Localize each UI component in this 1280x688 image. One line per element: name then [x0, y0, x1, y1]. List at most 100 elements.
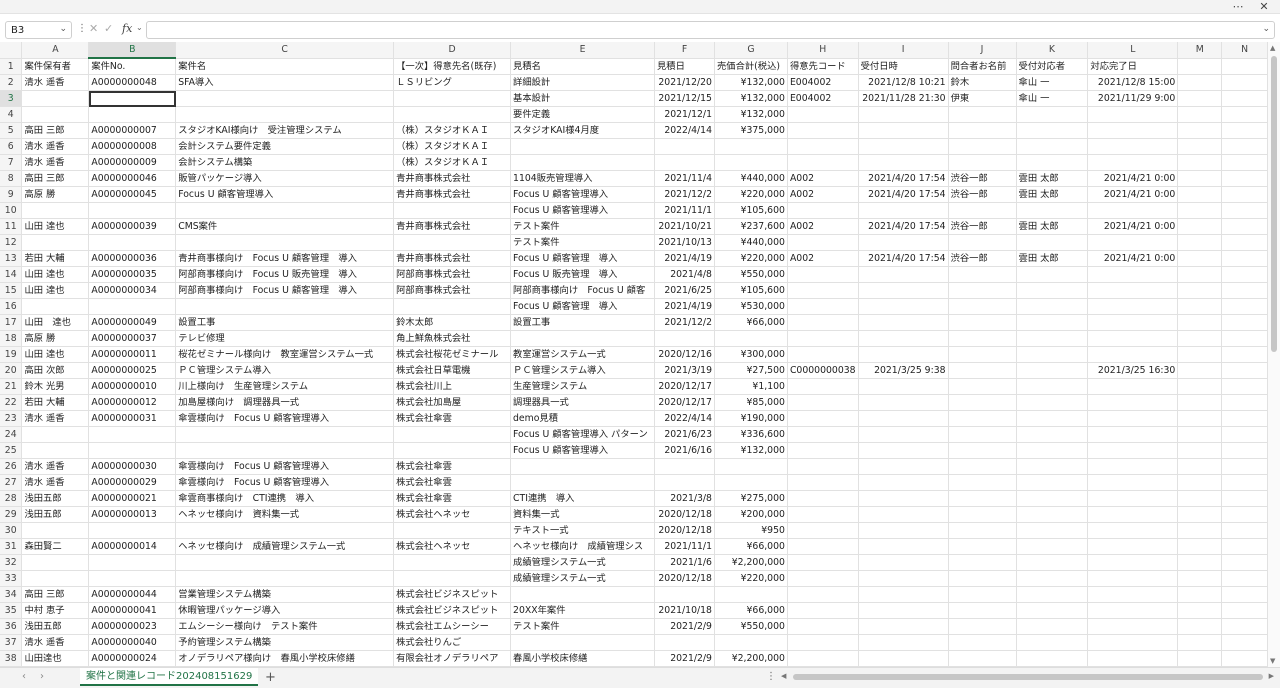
- cell[interactable]: [1016, 618, 1089, 635]
- cell[interactable]: [1016, 538, 1089, 555]
- cell[interactable]: [1221, 442, 1268, 459]
- cell[interactable]: [175, 234, 395, 251]
- row-header[interactable]: 19: [0, 346, 23, 363]
- cell[interactable]: 若田 大輔: [21, 394, 90, 411]
- cell[interactable]: [948, 650, 1017, 667]
- scroll-up-icon[interactable]: ▲: [1270, 44, 1275, 52]
- row-header[interactable]: 28: [0, 490, 23, 507]
- cell[interactable]: 2021/12/20: [654, 74, 715, 91]
- cell[interactable]: 問合者お名前: [948, 58, 1017, 75]
- cell[interactable]: [858, 538, 949, 555]
- cell[interactable]: [787, 282, 859, 299]
- cell[interactable]: 営業管理システム構築: [175, 586, 395, 603]
- row-header[interactable]: 8: [0, 170, 23, 187]
- row-header[interactable]: 36: [0, 618, 23, 635]
- cell[interactable]: [1016, 490, 1089, 507]
- cell[interactable]: [21, 426, 90, 443]
- more-horizontal-icon[interactable]: ⋯: [1228, 0, 1248, 14]
- row-header[interactable]: 11: [0, 218, 23, 235]
- horizontal-scrollbar[interactable]: ◀ ▶: [781, 672, 1274, 684]
- cell[interactable]: [858, 202, 949, 219]
- cell[interactable]: 2020/12/18: [654, 506, 715, 523]
- cell[interactable]: [1087, 298, 1179, 315]
- row-header[interactable]: 3: [0, 90, 23, 107]
- cell[interactable]: ¥375,000: [714, 122, 788, 139]
- cell[interactable]: [1087, 234, 1179, 251]
- cell[interactable]: 2021/12/2: [654, 186, 715, 203]
- scroll-left-icon[interactable]: ◀: [781, 672, 786, 680]
- cell[interactable]: ¥275,000: [714, 490, 788, 507]
- cell[interactable]: [948, 490, 1017, 507]
- column-header-n[interactable]: N: [1221, 42, 1268, 59]
- row-header[interactable]: 17: [0, 314, 23, 331]
- vertical-scrollbar[interactable]: ▲ ▼: [1268, 42, 1280, 667]
- row-header[interactable]: 9: [0, 186, 23, 203]
- row-header[interactable]: 16: [0, 298, 23, 315]
- cell[interactable]: 高田 次郎: [21, 362, 90, 379]
- row-header[interactable]: 2: [0, 74, 23, 91]
- cell[interactable]: [1221, 362, 1268, 379]
- row-header[interactable]: 33: [0, 570, 23, 587]
- cell[interactable]: [393, 202, 512, 219]
- cell[interactable]: [1177, 90, 1223, 107]
- cell[interactable]: Focus U 顧客管理導入: [510, 202, 655, 219]
- cell[interactable]: 成績管理システム一式: [510, 570, 655, 587]
- cell[interactable]: 高田 三郎: [21, 170, 90, 187]
- cell[interactable]: A002: [787, 170, 859, 187]
- cell[interactable]: 清水 遥香: [21, 410, 90, 427]
- cell[interactable]: [1221, 378, 1268, 395]
- cell[interactable]: 渋谷一郎: [948, 170, 1017, 187]
- cell[interactable]: [948, 554, 1017, 571]
- cell[interactable]: （株）スタジオＫＡＩ: [393, 138, 512, 155]
- cell[interactable]: 2021/4/20 17:54: [858, 170, 949, 187]
- column-header-c[interactable]: C: [175, 42, 395, 59]
- cell[interactable]: [1016, 570, 1089, 587]
- close-icon[interactable]: ✕: [1254, 0, 1274, 14]
- cell[interactable]: 設置工事: [510, 314, 655, 331]
- cell[interactable]: [787, 634, 859, 651]
- cell[interactable]: A0000000048: [88, 74, 177, 91]
- cell[interactable]: [1221, 282, 1268, 299]
- cell[interactable]: スタジオKAI様4月度: [510, 122, 655, 139]
- cell[interactable]: 山田 達也: [21, 218, 90, 235]
- cell[interactable]: [858, 266, 949, 283]
- cell[interactable]: A0000000008: [88, 138, 177, 155]
- cell[interactable]: [1016, 602, 1089, 619]
- cell[interactable]: [1177, 250, 1223, 267]
- cell[interactable]: 詳細設計: [510, 74, 655, 91]
- column-header-b[interactable]: B: [88, 42, 177, 59]
- cell[interactable]: ¥336,600: [714, 426, 788, 443]
- cell[interactable]: 2021/11/1: [654, 202, 715, 219]
- cell[interactable]: 2021/4/20 17:54: [858, 250, 949, 267]
- cell[interactable]: [21, 442, 90, 459]
- cell[interactable]: 青井商事株式会社: [393, 170, 512, 187]
- cell[interactable]: [787, 554, 859, 571]
- cell[interactable]: A0000000049: [88, 314, 177, 331]
- cell[interactable]: C0000000038: [787, 362, 859, 379]
- cell[interactable]: [787, 378, 859, 395]
- cell[interactable]: [654, 138, 715, 155]
- cell[interactable]: [175, 442, 395, 459]
- cell[interactable]: 株式会社りんご: [393, 634, 512, 651]
- cell[interactable]: 受付対応者: [1016, 58, 1089, 75]
- cell[interactable]: [948, 618, 1017, 635]
- cell[interactable]: 株式会社加島屋: [393, 394, 512, 411]
- cell[interactable]: ¥66,000: [714, 602, 788, 619]
- cell[interactable]: [714, 474, 788, 491]
- cell[interactable]: A0000000045: [88, 186, 177, 203]
- cell[interactable]: E004002: [787, 74, 859, 91]
- cell[interactable]: [1177, 202, 1223, 219]
- cell[interactable]: 阿部商事様向け Focus U 顧客管理 導入: [175, 282, 395, 299]
- column-header-i[interactable]: I: [858, 42, 949, 59]
- cell[interactable]: 傘山 一: [1016, 74, 1089, 91]
- cell[interactable]: 受付日時: [858, 58, 949, 75]
- cell[interactable]: [88, 426, 177, 443]
- cell[interactable]: [1177, 618, 1223, 635]
- cell[interactable]: [858, 586, 949, 603]
- cell[interactable]: ¥440,000: [714, 170, 788, 187]
- cell[interactable]: [1177, 138, 1223, 155]
- cell[interactable]: [1016, 442, 1089, 459]
- cell[interactable]: [1221, 426, 1268, 443]
- cell[interactable]: A0000000046: [88, 170, 177, 187]
- cell[interactable]: 高田 三郎: [21, 122, 90, 139]
